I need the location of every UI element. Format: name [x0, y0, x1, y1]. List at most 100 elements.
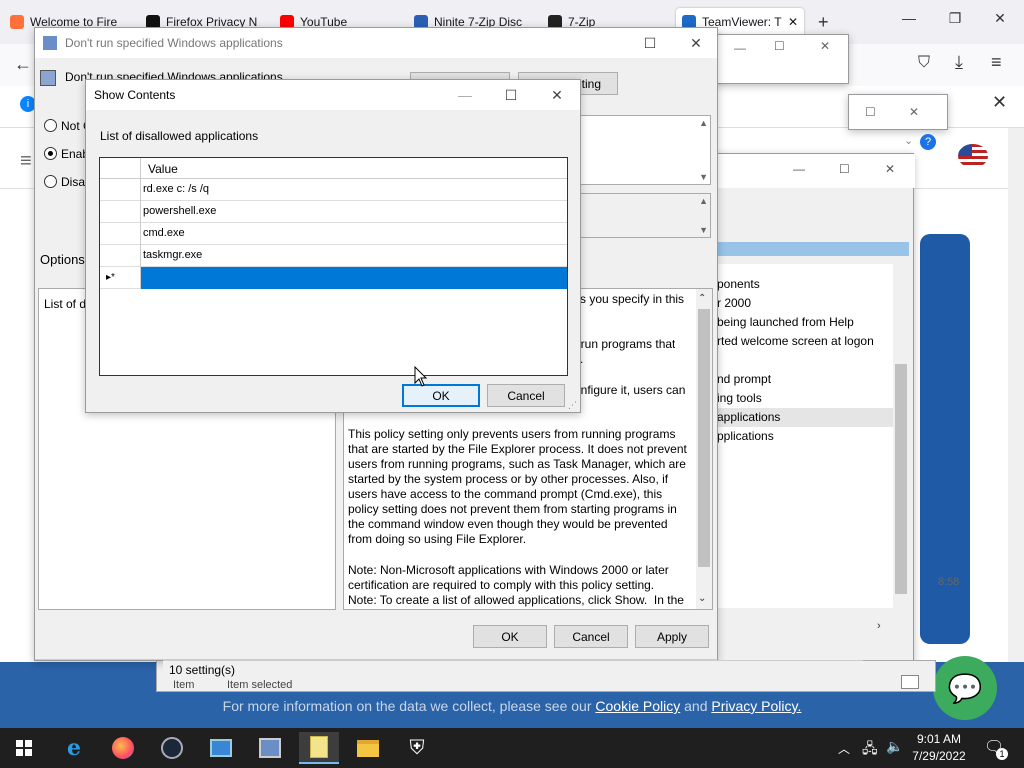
- cancel-button[interactable]: Cancel: [554, 625, 628, 648]
- row-header[interactable]: [100, 245, 141, 267]
- maximize-icon[interactable]: ☐: [774, 39, 785, 53]
- setting-list-item[interactable]: rted welcome screen at logon: [717, 332, 893, 351]
- maximize-icon[interactable]: ☐: [865, 105, 876, 119]
- help-scrollbar[interactable]: ⌃ ⌄: [696, 289, 712, 609]
- new-tab-button[interactable]: +: [818, 12, 829, 33]
- setting-icon: [40, 70, 56, 86]
- list-label: List of disallowed applications: [100, 129, 259, 143]
- scroll-right-icon[interactable]: ›: [877, 620, 881, 632]
- network-icon[interactable]: 🖧: [862, 738, 878, 762]
- setting-list-item[interactable]: pplications: [717, 427, 893, 446]
- group-policy-editor-icon[interactable]: [299, 732, 339, 764]
- value-cell[interactable]: rd.exe c: /s /q: [141, 179, 567, 201]
- maximize-icon[interactable]: ☐: [839, 162, 850, 176]
- computer-management-icon[interactable]: [250, 732, 290, 764]
- radio-not-configured[interactable]: [44, 119, 57, 132]
- page-scrollbar[interactable]: [1008, 128, 1024, 728]
- minimize-icon[interactable]: —: [897, 10, 921, 26]
- close-icon[interactable]: ✕: [820, 39, 830, 53]
- minimize-icon[interactable]: —: [793, 162, 805, 176]
- show-contents-dialog: Show Contents — ☐ ✕ List of disallowed a…: [85, 79, 581, 413]
- header-strip: [701, 242, 909, 256]
- close-icon[interactable]: ✕: [988, 10, 1012, 27]
- setting-list-item[interactable]: ponents: [717, 275, 893, 294]
- steam-icon[interactable]: [152, 732, 192, 764]
- list-scrollbar[interactable]: [893, 264, 909, 620]
- grid-row[interactable]: rd.exe c: /s /q: [100, 179, 567, 201]
- ok-button[interactable]: OK: [473, 625, 547, 648]
- close-icon[interactable]: ✕: [885, 162, 895, 176]
- file-explorer-icon[interactable]: [348, 732, 388, 764]
- bg-help-area: ⌄ ?: [900, 134, 940, 152]
- downloads-icon[interactable]: ⤓: [955, 52, 963, 73]
- value-cell[interactable]: taskmgr.exe: [141, 245, 567, 267]
- value-cell[interactable]: powershell.exe: [141, 201, 567, 223]
- h-scrollbar[interactable]: ›: [701, 620, 893, 636]
- bg-window-small: ☐ ✕: [848, 94, 948, 130]
- grid-row[interactable]: cmd.exe: [100, 223, 567, 245]
- setting-list-item[interactable]: being launched from Help: [717, 313, 893, 332]
- close-notification-icon[interactable]: ✕: [992, 92, 1007, 113]
- cookie-policy-link[interactable]: Cookie Policy: [595, 698, 680, 714]
- row-header[interactable]: ▸*: [100, 267, 141, 289]
- grid-row[interactable]: taskmgr.exe: [100, 245, 567, 267]
- scrollbar-thumb[interactable]: [698, 309, 710, 567]
- grid-row[interactable]: ▸*: [100, 267, 567, 289]
- close-icon[interactable]: ✕: [534, 80, 580, 110]
- clock-time[interactable]: 9:01 AM: [906, 732, 972, 746]
- close-tab-icon[interactable]: ✕: [788, 15, 798, 29]
- firefox-icon[interactable]: [103, 732, 143, 764]
- setting-list-item[interactable]: r 2000: [717, 294, 893, 313]
- restore-icon[interactable]: ❐: [943, 10, 967, 27]
- maximize-icon[interactable]: ☐: [488, 80, 534, 110]
- dialog-cancel-button[interactable]: Cancel: [487, 384, 565, 407]
- scroll-down-icon[interactable]: ▼: [699, 225, 708, 235]
- help-icon[interactable]: ?: [920, 134, 936, 150]
- grid-row[interactable]: powershell.exe: [100, 201, 567, 223]
- privacy-policy-link[interactable]: Privacy Policy.: [711, 698, 801, 714]
- hamburger-icon[interactable]: ≡: [20, 150, 32, 173]
- chevron-down-icon[interactable]: ⌄: [904, 134, 913, 147]
- windows-security-icon[interactable]: ⛨: [397, 732, 437, 764]
- scroll-up-icon[interactable]: ▲: [699, 118, 708, 128]
- help-line2: t run programs that: [574, 337, 676, 351]
- setting-list-item[interactable]: nd prompt: [717, 370, 893, 389]
- value-cell[interactable]: [141, 267, 567, 289]
- show-hidden-icons-icon[interactable]: ︿: [838, 740, 850, 757]
- resize-grip-icon[interactable]: ⋰: [568, 400, 577, 411]
- us-flag-icon[interactable]: [958, 144, 988, 168]
- apply-button[interactable]: Apply: [635, 625, 709, 648]
- radio-disabled[interactable]: [44, 175, 57, 188]
- clock-fragment: 8:58: [938, 576, 960, 588]
- close-icon[interactable]: ✕: [673, 28, 719, 58]
- setting-list-item[interactable]: applications: [717, 408, 893, 427]
- view-details-icon[interactable]: [901, 675, 919, 689]
- radio-enabled[interactable]: [44, 147, 57, 160]
- minimize-icon[interactable]: —: [734, 41, 746, 55]
- pocket-icon[interactable]: ⛉: [918, 54, 930, 72]
- close-icon[interactable]: ✕: [909, 105, 919, 119]
- row-header[interactable]: [100, 179, 141, 201]
- value-column-header[interactable]: Value: [148, 162, 178, 176]
- row-header[interactable]: [100, 201, 141, 223]
- value-cell[interactable]: cmd.exe: [141, 223, 567, 245]
- menu-icon[interactable]: ≡: [991, 52, 1002, 73]
- row-header[interactable]: [100, 223, 141, 245]
- internet-explorer-icon[interactable]: e: [54, 732, 94, 764]
- scroll-down-icon[interactable]: ▼: [699, 172, 708, 182]
- clock-date[interactable]: 7/29/2022: [906, 749, 972, 763]
- setting-list-item[interactable]: ing tools: [717, 389, 893, 408]
- scroll-up-icon[interactable]: ⌃: [698, 293, 706, 304]
- policy-window-title: Don't run specified Windows applications: [65, 36, 283, 50]
- remote-desktop-icon[interactable]: [201, 732, 241, 764]
- volume-icon[interactable]: 🔈: [886, 738, 903, 755]
- status-item: Item: [173, 679, 195, 691]
- minimize-icon[interactable]: —: [442, 80, 488, 110]
- scroll-up-icon[interactable]: ▲: [699, 196, 708, 206]
- chat-icon[interactable]: 💬: [933, 656, 997, 720]
- back-icon[interactable]: ←: [14, 54, 32, 75]
- maximize-icon[interactable]: ☐: [627, 28, 673, 58]
- scrollbar-thumb[interactable]: [895, 364, 907, 594]
- start-button-icon[interactable]: [4, 732, 44, 764]
- scroll-down-icon[interactable]: ⌄: [698, 593, 706, 604]
